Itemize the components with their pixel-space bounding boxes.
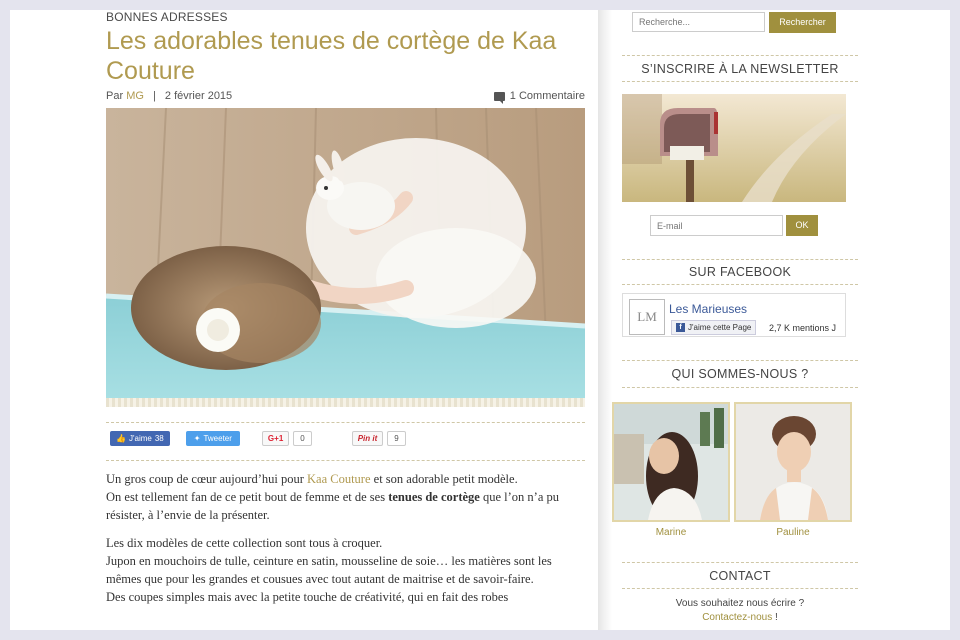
thumbs-up-icon: 👍 [116,434,126,443]
page-frame: BONNES ADRESSES Les adorables tenues de … [10,10,950,630]
divider [622,259,858,260]
meta-separator: | [152,90,156,102]
team-photo-pauline[interactable] [734,402,852,522]
marine-photo-illustration [614,404,728,520]
contact-prompt: Vous souhaitez nous écrire ? [675,598,805,609]
tweet-button[interactable]: ✦ Tweeter [185,431,240,446]
contact-title: CONTACT [709,569,771,583]
search-button[interactable]: Rechercher [769,12,836,33]
text-run: Un gros coup de cœur aujourd’hui pour [106,472,307,486]
search-input[interactable] [632,12,765,32]
facebook-like-label: J'aime [128,434,152,443]
text-run: Les dix modèles de cette collection sont… [106,536,383,550]
facebook-like-count: 2,7 K mentions J [769,323,837,333]
tweet-label: Tweeter [203,434,232,443]
text-run: On est tellement fan de ce petit bout de… [106,490,389,504]
divider [622,55,858,56]
facebook-like-count: 38 [154,434,164,443]
author-link[interactable]: MG [126,90,144,102]
about-title: QUI SOMMES-NOUS ? [671,367,809,381]
team-member-name[interactable]: Pauline [734,527,852,538]
text-run: Jupon en mouchoirs de tulle, ceinture en… [106,554,552,586]
hero-photo [106,108,585,398]
divider [622,387,858,388]
hero-photo-illustration [106,108,585,398]
newsletter-ok-button[interactable]: OK [786,215,818,236]
newsletter-email-input[interactable] [650,215,783,236]
meta-by: Par [106,90,124,102]
divider [622,284,858,285]
divider [622,81,858,82]
paragraph: Les dix modèles de cette collection sont… [106,534,586,606]
comments-count: 1 Commentaire [509,90,585,102]
gplus-button[interactable]: G+1 [261,431,290,446]
pinterest-button[interactable]: Pin it [351,431,384,446]
facebook-icon: f [676,323,685,332]
article-title[interactable]: Les adorables tenues de cortège de Kaa C… [106,26,586,86]
divider [622,588,858,589]
comments-link[interactable]: 1 Commentaire [493,90,585,104]
share-bar: 👍 J'aime 38 ✦ Tweeter G+1 0 Pin it 9 [110,431,406,446]
gplus-count: 0 [293,431,312,446]
twitter-bird-icon: ✦ [193,434,201,443]
facebook-like-button[interactable]: 👍 J'aime 38 [110,431,170,446]
divider [106,422,585,423]
bold-text: tenues de cortège [388,490,480,504]
paragraph: Un gros coup de cœur aujourd’hui pour Ka… [106,470,586,524]
text-run: et son adorable petit modèle. [370,472,518,486]
contact-link[interactable]: Contactez-nous [702,612,772,623]
text-run: Des coupes simples mais avec la petite t… [106,590,509,604]
facebook-page-name[interactable]: Les Marieuses [669,302,747,316]
article-body: Un gros coup de cœur aujourd’hui pour Ka… [106,470,586,616]
comment-icon [493,91,505,104]
column-shadow [598,10,612,630]
kaa-couture-link[interactable]: Kaa Couture [307,472,371,486]
facebook-widget-title: SUR FACEBOOK [688,265,792,279]
newsletter-title: S’INSCRIRE À LA NEWSLETTER [641,62,839,76]
article-category[interactable]: BONNES ADRESSES [106,10,228,24]
divider [106,460,585,461]
facebook-page-like-button[interactable]: f J'aime cette Page [671,320,757,335]
pinterest-count: 9 [387,431,406,446]
team-member-name[interactable]: Marine [612,527,730,538]
hero-border-band [106,398,585,407]
article-date: 2 février 2015 [164,90,233,102]
contact-link-suffix: ! [772,612,778,623]
divider [622,360,858,361]
facebook-page-like-label: J'aime cette Page [688,323,752,332]
team-photo-marine[interactable] [612,402,730,522]
newsletter-mailbox-photo [622,94,846,202]
article-meta: Par MG | 2 février 2015 1 Commentaire [106,90,585,104]
mailbox-photo-illustration [622,94,846,202]
facebook-page-logo[interactable]: LM [629,299,665,335]
divider [622,562,858,563]
facebook-page-plugin: LM Les Marieuses f J'aime cette Page 2,7… [622,293,846,337]
pauline-photo-illustration [736,404,850,520]
contact-line: Contactez-nous ! [622,612,858,623]
